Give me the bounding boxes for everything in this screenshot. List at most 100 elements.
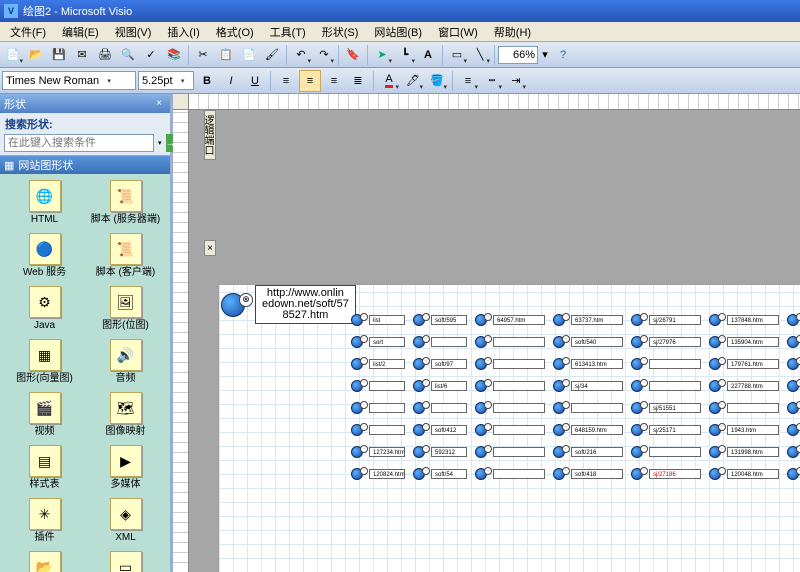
shape-stencil-item[interactable]: ▦图形(向量图): [10, 339, 80, 384]
sitemap-node[interactable]: ·list/2: [351, 358, 405, 370]
zoom-input[interactable]: [498, 46, 538, 64]
sitemap-node[interactable]: ·648159.htm: [553, 424, 623, 436]
search-drop[interactable]: ▾: [157, 134, 163, 152]
shape-stencil-item[interactable]: ⚙Java: [10, 286, 80, 331]
menu-sitemap[interactable]: 网站图(B): [366, 22, 430, 42]
sitemap-node[interactable]: ·125263.htm: [787, 358, 800, 370]
shape-stencil-item[interactable]: 📜脚本 (客户端): [91, 233, 161, 278]
paste-button[interactable]: 📄: [238, 44, 260, 66]
open-button[interactable]: 📂: [25, 44, 47, 66]
menu-view[interactable]: 视图(V): [107, 22, 160, 42]
sitemap-node[interactable]: ·sort: [351, 336, 405, 348]
line-color-button[interactable]: 🖊: [402, 70, 424, 92]
sitemap-node[interactable]: ·sj/25171: [631, 424, 701, 436]
stamp-button[interactable]: 🔖: [342, 44, 364, 66]
redo-button[interactable]: ↷: [313, 44, 335, 66]
preview-button[interactable]: 🔍: [117, 44, 139, 66]
menu-window[interactable]: 窗口(W): [430, 22, 486, 42]
print-button[interactable]: 🖨: [94, 44, 116, 66]
align-justify-button[interactable]: ≣: [347, 70, 369, 92]
shape-stencil-item[interactable]: 🔊音频: [91, 339, 161, 384]
drawing-canvas[interactable]: 逻辑端口 × ⊗ http://www.onlin edown.net/soft…: [189, 110, 800, 572]
close-panel-icon[interactable]: ×: [152, 97, 166, 111]
undo-button[interactable]: ↶: [290, 44, 312, 66]
shape-stencil-item[interactable]: ▭程序: [91, 551, 161, 572]
menu-file[interactable]: 文件(F): [2, 22, 54, 42]
pointer-button[interactable]: ➤: [371, 44, 393, 66]
sitemap-node[interactable]: ·: [475, 446, 545, 458]
sitemap-node[interactable]: ·: [475, 468, 545, 480]
align-right-button[interactable]: ≡: [323, 70, 345, 92]
line-weight-button[interactable]: ≡: [457, 70, 479, 92]
sitemap-node[interactable]: ·list/6: [413, 380, 467, 392]
search-input[interactable]: [4, 134, 154, 152]
sitemap-node[interactable]: ·63737.htm: [553, 314, 623, 326]
line-pattern-button[interactable]: ┅: [481, 70, 503, 92]
page[interactable]: ⊗ http://www.onlin edown.net/soft/57 852…: [219, 285, 800, 572]
sitemap-node[interactable]: ·1943.htm: [709, 424, 779, 436]
v-tab[interactable]: 逻辑端口: [204, 110, 216, 160]
sitemap-node[interactable]: ·: [553, 402, 623, 414]
sitemap-node[interactable]: ·sj/26791: [631, 314, 701, 326]
sitemap-node[interactable]: ·soft/595: [413, 314, 467, 326]
research-button[interactable]: 📚: [163, 44, 185, 66]
sitemap-node[interactable]: ·127234.htm: [351, 446, 405, 458]
sitemap-node[interactable]: ·179761.htm: [709, 358, 779, 370]
sitemap-node[interactable]: ·137848.htm: [709, 314, 779, 326]
sitemap-node[interactable]: ·120048.htm: [709, 468, 779, 480]
sitemap-node[interactable]: ·: [631, 380, 701, 392]
sitemap-node[interactable]: ·: [475, 336, 545, 348]
sitemap-node[interactable]: ·: [413, 402, 467, 414]
category-bar[interactable]: ▦ 网站图形状: [0, 156, 170, 174]
main-url-node[interactable]: ⊗ http://www.onlin edown.net/soft/57 852…: [221, 285, 356, 324]
shape-stencil-item[interactable]: 🌐HTML: [10, 180, 80, 225]
sitemap-node[interactable]: ·131998.htm: [709, 446, 779, 458]
sitemap-node[interactable]: ·: [351, 424, 405, 436]
shape-stencil-item[interactable]: 📂存档: [10, 551, 80, 572]
sitemap-node[interactable]: ·soft/97: [413, 358, 467, 370]
shape-stencil-item[interactable]: 🗺图像映射: [91, 392, 161, 437]
sitemap-node[interactable]: ·: [631, 446, 701, 458]
expand-badge[interactable]: ⊗: [239, 293, 253, 307]
fontsize-combo[interactable]: 5.25pt▾: [138, 71, 194, 90]
shape-stencil-item[interactable]: ▶多媒体: [91, 445, 161, 490]
sitemap-node[interactable]: ·sj/51551: [631, 402, 701, 414]
help-button[interactable]: ?: [552, 44, 574, 66]
sitemap-node[interactable]: ·: [413, 336, 467, 348]
spell-button[interactable]: ✓: [140, 44, 162, 66]
sitemap-node[interactable]: ·sj/27186: [631, 468, 701, 480]
save-button[interactable]: 💾: [48, 44, 70, 66]
shape-stencil-item[interactable]: ✳插件: [10, 498, 80, 543]
sitemap-node[interactable]: ·: [631, 358, 701, 370]
menu-insert[interactable]: 插入(I): [159, 22, 207, 42]
menu-tools[interactable]: 工具(T): [262, 22, 314, 42]
underline-button[interactable]: U: [244, 70, 266, 92]
sitemap-node[interactable]: ·64957.htm: [475, 314, 545, 326]
font-combo[interactable]: Times New Roman▾: [2, 71, 136, 90]
menu-help[interactable]: 帮助(H): [486, 22, 539, 42]
sitemap-node[interactable]: ·soft/412: [413, 424, 467, 436]
sitemap-node[interactable]: ·soft/216: [553, 446, 623, 458]
sitemap-node[interactable]: ·135904.htm: [709, 336, 779, 348]
align-left-button[interactable]: ≡: [275, 70, 297, 92]
mail-button[interactable]: ✉: [71, 44, 93, 66]
sitemap-node[interactable]: ·soft/540: [553, 336, 623, 348]
align-center-button[interactable]: ≡: [299, 70, 321, 92]
sitemap-node[interactable]: ·613413.htm: [553, 358, 623, 370]
sitemap-node[interactable]: ·87534.htm: [787, 402, 800, 414]
shape-stencil-item[interactable]: ▤样式表: [10, 445, 80, 490]
sitemap-node[interactable]: ·: [475, 380, 545, 392]
shape-stencil-item[interactable]: 🎬视频: [10, 392, 80, 437]
text-button[interactable]: A: [417, 44, 439, 66]
v-tab-close[interactable]: ×: [204, 240, 216, 256]
line-ends-button[interactable]: ⇥: [505, 70, 527, 92]
sitemap-node[interactable]: ·soft/54: [413, 468, 467, 480]
sitemap-node[interactable]: ·sort/1681: [787, 336, 800, 348]
sitemap-node[interactable]: ·150645.htm: [787, 380, 800, 392]
rectangle-button[interactable]: ▭: [446, 44, 468, 66]
shape-stencil-item[interactable]: ◈XML: [91, 498, 161, 543]
cut-button[interactable]: ✂: [192, 44, 214, 66]
sitemap-node[interactable]: ·: [475, 402, 545, 414]
sitemap-node[interactable]: ·soft/418: [553, 468, 623, 480]
sitemap-node[interactable]: ·148439.htm: [787, 446, 800, 458]
